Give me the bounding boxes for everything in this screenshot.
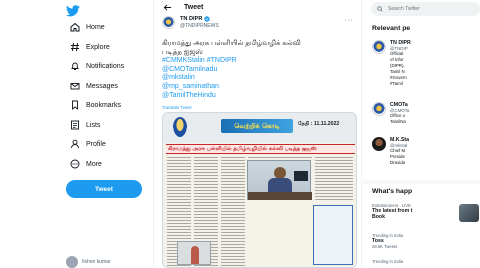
bookmark-icon [70, 100, 80, 110]
more-circle-icon [70, 159, 80, 169]
verified-badge-icon [204, 16, 211, 22]
sidebar-item-label: Bookmarks [86, 101, 122, 109]
photo-desk [248, 192, 312, 200]
tweet-image[interactable]: வெற்றிக் கொடி தேதி : 11.11.2022 கிராமத்த… [162, 112, 357, 268]
home-icon [70, 22, 80, 32]
section-divider [363, 180, 480, 184]
text-column [221, 157, 245, 267]
avatar[interactable] [372, 137, 386, 151]
trend-name-continued: Book [372, 214, 385, 220]
sidebar-item-bookmarks[interactable]: Bookmarks [70, 98, 121, 112]
envelope-icon [70, 81, 80, 91]
relevant-people-title: Relevant pe [372, 25, 411, 32]
twitter-bird-icon[interactable] [66, 4, 80, 17]
relevant-person[interactable]: CMOTa @CMOTa Office o TamilNa [372, 102, 409, 125]
sidebar-item-label: Notifications [86, 62, 125, 70]
trend-item[interactable]: Trending in India [372, 259, 403, 264]
article-inset-photo [177, 241, 211, 265]
sidebar-item-more[interactable]: More [70, 157, 102, 171]
clip-headline: கிராமத்து அரசு பள்ளியில் தமிழ்வழியில் கல… [168, 145, 317, 152]
sidebar-item-messages[interactable]: Messages [70, 79, 118, 93]
sidebar-item-label: Lists [86, 121, 101, 129]
search-bar[interactable] [371, 2, 480, 16]
sidebar-item-label: Explore [86, 43, 110, 51]
account-switcher[interactable]: Ilshon kumar [66, 256, 111, 268]
sidebar-item-label: Messages [86, 82, 118, 90]
hashtag-icon [70, 42, 80, 52]
clip-headline-bar: கிராமத்து அரசு பள்ளியில் தமிழ்வழியில் கல… [166, 144, 355, 154]
article-sidebar-box [313, 205, 353, 265]
sidebar-item-label: More [86, 160, 102, 168]
hashtag-link[interactable]: #CMMKStalin #TNDIPR [162, 57, 358, 66]
text-column [248, 157, 312, 159]
banner-title: வெற்றிக் கொடி [234, 121, 280, 130]
sidebar-item-home[interactable]: Home [70, 20, 105, 34]
person-icon [70, 139, 80, 149]
trend-item[interactable]: Entertainment · LIVE The latest from t B… [372, 203, 412, 220]
more-options-icon[interactable]: ··· [345, 17, 354, 24]
sidebar-item-label: Home [86, 23, 105, 31]
tn-government-emblem [173, 117, 187, 137]
person-bio-line: TamilNa [390, 119, 406, 124]
whats-happening-title: What's happ [372, 188, 413, 195]
back-arrow-icon[interactable] [162, 2, 172, 12]
sidebar-item-lists[interactable]: Lists [70, 118, 100, 132]
trend-meta: Trending in India [372, 259, 404, 264]
avatar[interactable] [372, 102, 386, 116]
mention-link[interactable]: @CMOTamilnadu [162, 66, 358, 75]
trend-item[interactable]: Trending in India Toss 28.6K Tweets [372, 233, 403, 249]
tweet-author[interactable]: TN DIPR @TNDIPRNEWS [162, 16, 219, 29]
tweet-text: கிராமத்து அரசு பள்ளியில் தமிழ்வழிக் கல்வ… [162, 40, 358, 100]
avatar [66, 256, 78, 268]
trend-thumbnail[interactable] [459, 204, 479, 222]
relevant-person[interactable]: TN DIPR @TNDIP Official of Infor (DIPR),… [372, 40, 411, 87]
account-name: Ilshon kumar [82, 259, 111, 265]
photo-monitor [294, 171, 308, 181]
mention-link[interactable]: @mkstalin [162, 74, 358, 83]
mention-link[interactable]: @TamilTheHindu [162, 92, 358, 101]
search-icon [377, 6, 383, 12]
inset-figure [191, 246, 199, 264]
author-handle: @TNDIPRNEWS [180, 23, 219, 29]
tweet-header: Tweet [154, 0, 361, 14]
page-title: Tweet [184, 3, 204, 11]
article-photo [247, 160, 312, 200]
translate-tweet-link[interactable]: Translate Tweet [162, 105, 192, 110]
tweet-text-line: படித்த ஐஜஸ் [162, 48, 203, 56]
relevant-person[interactable]: M.K.Sta @mkstal Chief M Preside Dravida [372, 137, 409, 166]
bell-icon [70, 61, 80, 71]
person-bio-line: #Tamil [390, 81, 403, 86]
left-sidebar: Home Explore Notifications Messages Book… [0, 0, 152, 268]
person-bio-line: Dravida [390, 160, 406, 165]
list-icon [70, 120, 80, 130]
right-sidebar: Relevant pe TN DIPR @TNDIP Official of I… [363, 0, 480, 268]
tweet-button[interactable]: Tweet [66, 180, 142, 198]
search-input[interactable] [388, 6, 468, 12]
sidebar-item-explore[interactable]: Explore [70, 40, 110, 54]
author-name: TN DIPR [180, 16, 203, 22]
tweet-detail-column: Tweet TN DIPR @TNDIPRNEWS ··· கிராமத்து … [153, 0, 362, 268]
author-avatar[interactable] [162, 16, 175, 29]
text-column [315, 157, 353, 201]
sidebar-item-profile[interactable]: Profile [70, 137, 106, 151]
trend-count: 28.6K Tweets [372, 244, 398, 249]
mention-link[interactable]: @mp_saminathan [162, 83, 358, 92]
avatar[interactable] [372, 40, 386, 54]
sidebar-item-label: Profile [86, 140, 106, 148]
sidebar-item-notifications[interactable]: Notifications [70, 59, 124, 73]
tweet-text-line: கிராமத்து அரசு பள்ளியில் தமிழ்வழிக் கல்வ… [162, 40, 301, 47]
clip-date: தேதி : 11.11.2022 [298, 121, 340, 127]
newspaper-banner: வெற்றிக் கொடி [221, 119, 293, 133]
